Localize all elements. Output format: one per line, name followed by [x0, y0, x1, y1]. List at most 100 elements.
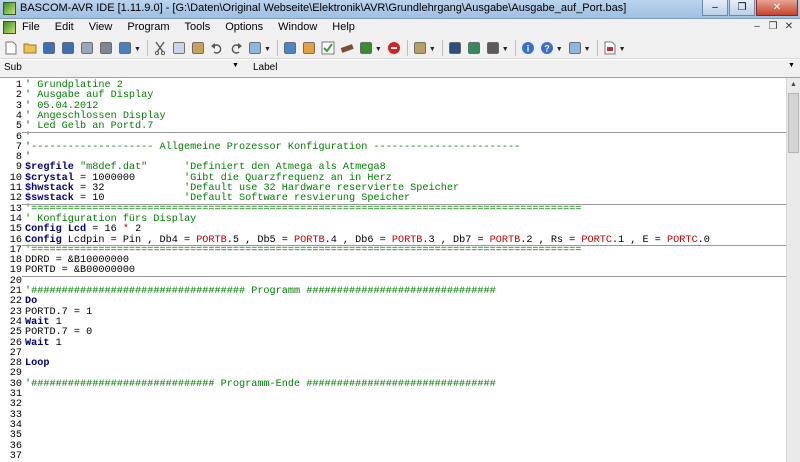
- document-close-button[interactable]: ✕: [782, 21, 796, 34]
- lcd-designer-icon[interactable]: [467, 41, 481, 55]
- simulate-dropdown-icon[interactable]: ▼: [429, 46, 436, 53]
- line-text: Loop: [25, 358, 50, 370]
- save-icon[interactable]: [42, 41, 56, 55]
- window-controls: – ❐ ✕: [701, 0, 798, 17]
- toolbar-separator: [514, 39, 516, 56]
- code-line[interactable]: 2 ' Ausgabe auf Display: [0, 90, 154, 102]
- line-number: 22: [9, 296, 22, 308]
- redo-icon[interactable]: [229, 41, 243, 55]
- document-window-controls: – ❐ ✕: [748, 21, 796, 34]
- code-line[interactable]: 36: [0, 441, 22, 452]
- code-line[interactable]: 37: [0, 450, 22, 462]
- code-line[interactable]: 35: [0, 431, 22, 441]
- label-label: Label: [253, 62, 278, 73]
- bookmark-icon[interactable]: [283, 41, 297, 55]
- chip-dropdown-icon[interactable]: ▼: [375, 46, 382, 53]
- code-editor[interactable]: 1 ' Grundplatine 2 2 ' Ausgabe auf Display 3…: [0, 78, 786, 462]
- window-title: BASCOM-AVR IDE [1.11.9.0] - [G:\Daten\Or…: [20, 2, 627, 14]
- line-number: 37: [9, 450, 22, 462]
- chip-icon[interactable]: [359, 41, 373, 55]
- sub-combo[interactable]: [24, 61, 242, 75]
- print-icon[interactable]: [99, 41, 113, 55]
- document-icon[interactable]: [3, 21, 16, 34]
- window-dropdown-icon[interactable]: ▼: [134, 46, 141, 53]
- label-combo-dropdown-icon[interactable]: ▼: [788, 62, 795, 69]
- code-line[interactable]: 16 Config Lcdpin = Pin , Db4 = PORTB.5 , …: [0, 235, 710, 246]
- line-number: 35: [9, 430, 22, 442]
- toolbar-separator: [596, 39, 598, 56]
- code-line[interactable]: 29: [0, 369, 22, 379]
- toolbar-separator: [146, 39, 148, 56]
- chip-program-icon[interactable]: [340, 41, 354, 55]
- save-all-icon[interactable]: [61, 41, 75, 55]
- line-text: Wait 1: [25, 337, 62, 349]
- new-file-icon[interactable]: [4, 41, 18, 55]
- info-icon[interactable]: i: [521, 41, 535, 55]
- paste-icon[interactable]: [191, 41, 205, 55]
- label-combo[interactable]: [280, 61, 790, 75]
- search-help-dropdown-icon[interactable]: ▼: [584, 46, 591, 53]
- cut-icon[interactable]: [153, 41, 167, 55]
- sub-label: Sub: [4, 62, 22, 73]
- line-text: '################################### Pro…: [25, 286, 496, 297]
- close-button[interactable]: ✕: [756, 0, 798, 16]
- code-line[interactable]: 22 Do: [0, 296, 37, 308]
- monitor-dropdown-icon[interactable]: ▼: [502, 46, 509, 53]
- sub-combo-dropdown-icon[interactable]: ▼: [232, 62, 239, 69]
- find-dropdown-icon[interactable]: ▼: [264, 46, 271, 53]
- pdf-icon[interactable]: [603, 41, 617, 55]
- code-block-separator: [22, 204, 786, 206]
- print-preview-icon[interactable]: [80, 41, 94, 55]
- code-line[interactable]: 15 Config Lcd = 16 * 2: [0, 224, 141, 236]
- code-line[interactable]: 9 $regfile "m8def.dat" 'Definiert den Atm…: [0, 163, 386, 173]
- help-dropdown-icon[interactable]: ▼: [556, 46, 563, 53]
- code-line[interactable]: 26 Wait 1: [0, 338, 62, 349]
- menu-program[interactable]: Program: [127, 21, 169, 33]
- compile-icon[interactable]: [302, 41, 316, 55]
- code-line[interactable]: 25 PORTD.7 = 0: [0, 327, 92, 339]
- code-line[interactable]: 5 ' Led Gelb an Portd.7: [0, 121, 154, 133]
- menu-view[interactable]: View: [89, 21, 113, 33]
- stop-icon[interactable]: [387, 41, 401, 55]
- line-number: 2: [15, 90, 22, 102]
- open-folder-icon[interactable]: [23, 41, 37, 55]
- search-help-icon[interactable]: [568, 41, 582, 55]
- line-number: 6: [15, 131, 22, 143]
- copy-icon[interactable]: [172, 41, 186, 55]
- menu-window[interactable]: Window: [278, 21, 317, 33]
- scroll-up-icon[interactable]: ▲: [787, 78, 800, 92]
- code-line[interactable]: 32: [0, 400, 22, 410]
- line-number: 15: [9, 224, 22, 236]
- svg-text:i: i: [526, 43, 529, 53]
- undo-icon[interactable]: [210, 41, 224, 55]
- pdf-dropdown-icon[interactable]: ▼: [619, 46, 626, 53]
- vertical-scrollbar[interactable]: ▲: [786, 78, 800, 462]
- maximize-button[interactable]: ❐: [729, 0, 755, 16]
- document-minimize-button[interactable]: –: [750, 21, 764, 34]
- simulate-icon[interactable]: [413, 41, 427, 55]
- code-line[interactable]: 12 $swstack = 10 'Default Software resvie…: [0, 193, 410, 205]
- line-number: 12: [9, 193, 22, 205]
- find-icon[interactable]: [248, 41, 262, 55]
- scroll-thumb[interactable]: [788, 93, 799, 153]
- terminal-icon[interactable]: [448, 41, 462, 55]
- document-restore-button[interactable]: ❐: [766, 21, 780, 34]
- help-icon[interactable]: ?: [540, 41, 554, 55]
- code-line[interactable]: 6 ': [0, 131, 31, 143]
- menu-help[interactable]: Help: [332, 21, 355, 33]
- line-number: 25: [9, 327, 22, 339]
- menu-tools[interactable]: Tools: [185, 21, 211, 33]
- menu-file[interactable]: File: [22, 21, 40, 33]
- app-icon[interactable]: [3, 2, 16, 15]
- window-icon[interactable]: [118, 41, 132, 55]
- menu-options[interactable]: Options: [225, 21, 263, 33]
- minimize-button[interactable]: –: [702, 0, 728, 16]
- line-number: 19: [9, 265, 22, 277]
- monitor-icon[interactable]: [486, 41, 500, 55]
- syntax-check-icon[interactable]: [321, 41, 335, 55]
- line-number: 5: [15, 121, 22, 133]
- toolbar: ▼ ▼ ▼ ▼ ▼ i? ▼ ▼ ▼: [0, 37, 800, 59]
- code-line[interactable]: 19 PORTD = &B00000000: [0, 265, 135, 277]
- menu-edit[interactable]: Edit: [55, 21, 74, 33]
- line-text: '############################## Programm…: [25, 378, 496, 390]
